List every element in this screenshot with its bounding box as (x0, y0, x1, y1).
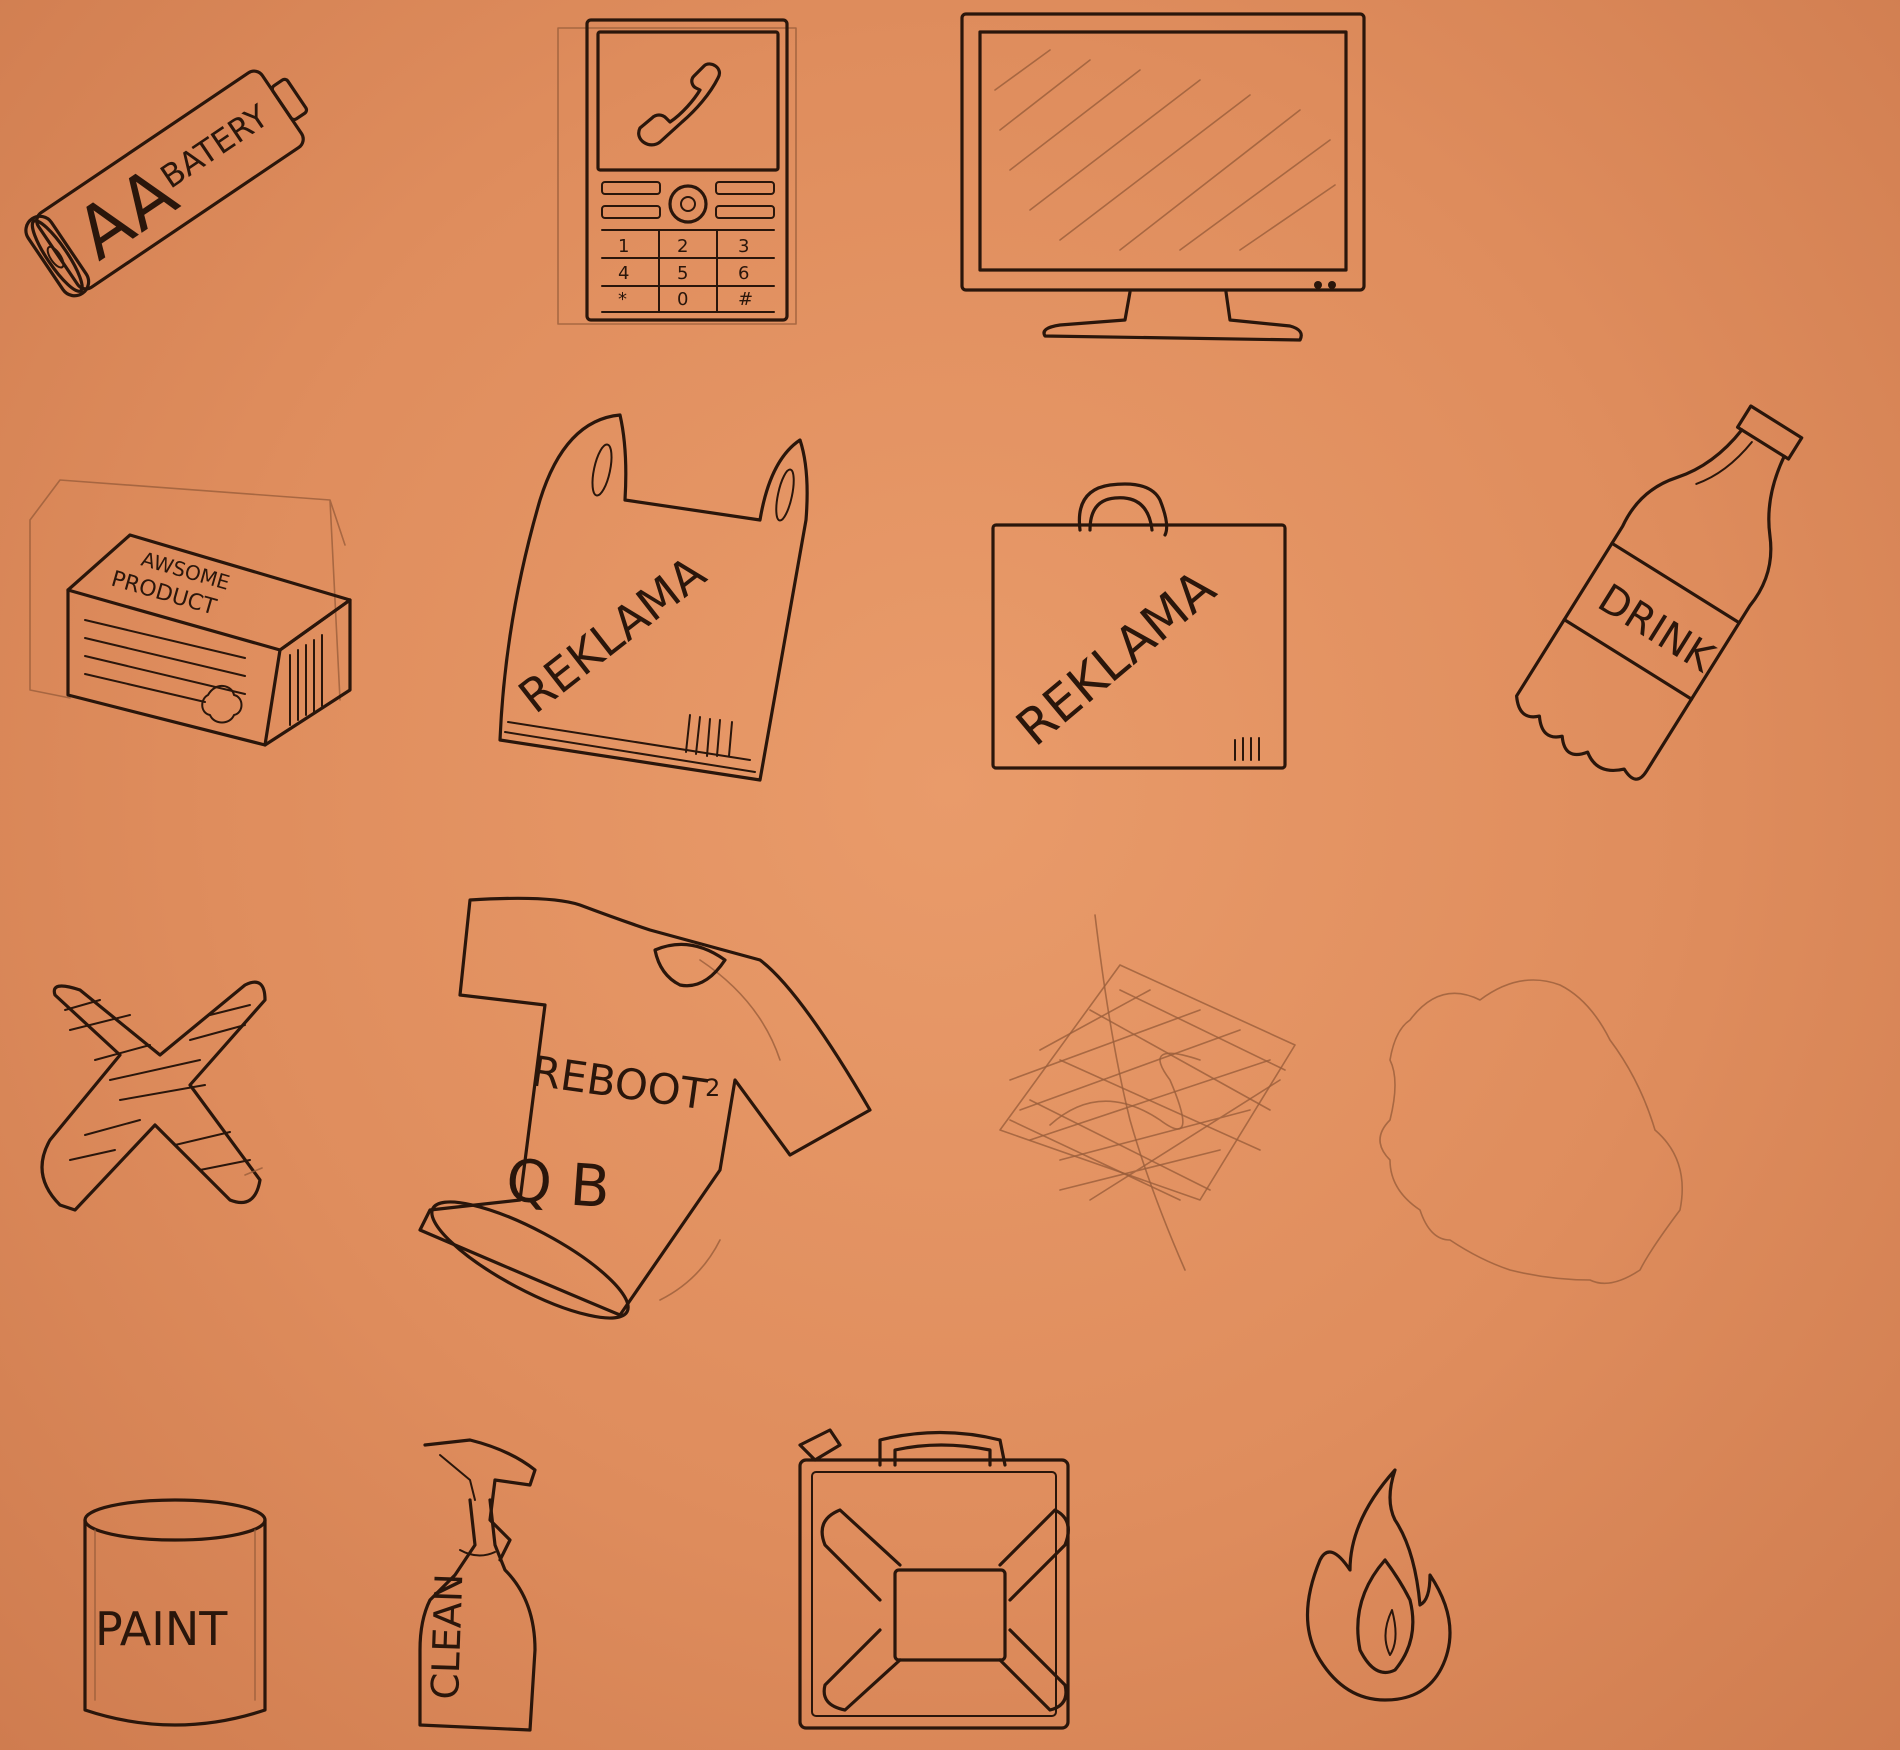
shopping-bag-label: REKLAMA (1005, 559, 1226, 757)
phone-key: 0 (677, 289, 688, 310)
phone-key: 5 (677, 263, 688, 284)
mobile-phone-icon: 1 2 3 4 5 6 * 0 # (557, 18, 797, 325)
paint-can-icon: PAINT (83, 1498, 267, 1727)
scribble-icon (999, 914, 1296, 1271)
phone-key: * (618, 289, 627, 310)
bottle-icon: DRINK (1515, 404, 1804, 781)
phone-key: 2 (677, 236, 688, 257)
phone-key: 3 (738, 236, 749, 257)
tshirt-label-line2: Q B (504, 1146, 612, 1221)
jerrycan-icon (798, 1428, 1070, 1730)
product-box-icon: AWSOME PRODUCT (29, 479, 352, 747)
phone-key: 4 (618, 263, 629, 284)
phone-key: 6 (738, 263, 749, 284)
phone-key: # (738, 289, 753, 310)
battery-icon: AA BATERY (24, 69, 309, 298)
paint-can-label: PAINT (95, 1602, 228, 1656)
monitor-icon (960, 12, 1366, 342)
tshirt-icon: REBOOT 2 Q B (418, 896, 872, 1320)
tshirt-label-line1: REBOOT (529, 1046, 710, 1119)
wooden-x-icon (40, 980, 267, 1212)
shopping-bag-icon: REKLAMA (991, 482, 1287, 770)
plastic-bag-icon: REKLAMA (498, 413, 809, 782)
sketch-sheet: AA BATERY 1 2 3 4 5 6 * 0 # AWSOME PRODU… (24, 12, 1804, 1732)
blob-icon (1379, 979, 1683, 1285)
spray-bottle-icon: CLEAN (418, 1438, 537, 1732)
flame-icon (1306, 1468, 1452, 1702)
tshirt-label-sup: 2 (705, 1074, 720, 1102)
bottle-label: DRINK (1590, 575, 1723, 682)
plastic-bag-label: REKLAMA (509, 545, 716, 724)
battery-label-small: BATERY (154, 97, 276, 196)
phone-key: 1 (618, 236, 629, 257)
spray-bottle-label: CLEAN (423, 1573, 471, 1701)
